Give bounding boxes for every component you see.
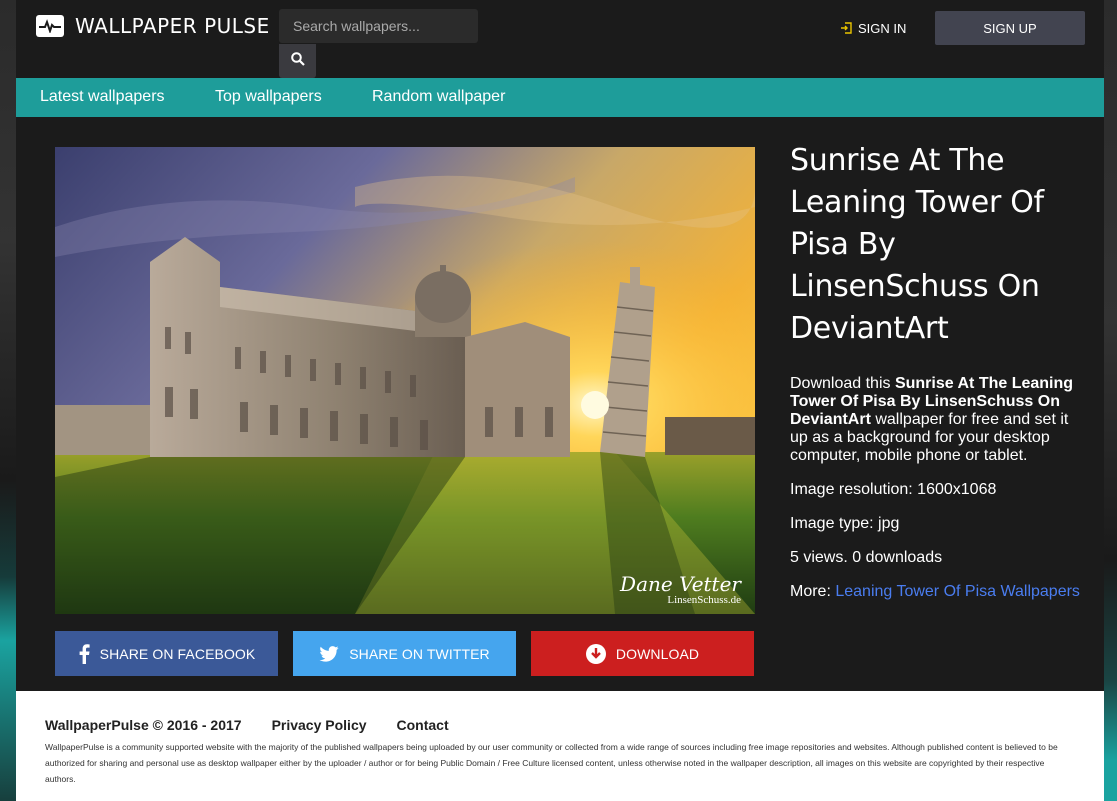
search-button[interactable] (279, 44, 316, 78)
image-type: Image type: jpg (790, 515, 900, 532)
footer-privacy-link[interactable]: Privacy Policy (272, 717, 367, 733)
download-label: DOWNLOAD (615, 645, 700, 662)
wallpaper-title: Sunrise At The Leaning Tower Of Pisa By … (790, 143, 1044, 346)
footer: WallpaperPulse © 2016 - 2017 Privacy Pol… (16, 691, 1104, 801)
image-resolution: Image resolution: 1600x1068 (790, 481, 997, 498)
backdrop-right (1104, 0, 1117, 801)
view-stats: 5 views. 0 downloads (790, 549, 943, 566)
pulse-icon (36, 15, 64, 37)
more-link[interactable]: Leaning Tower Of Pisa Wallpapers (835, 583, 1080, 600)
desc-prefix: Download this (790, 375, 895, 392)
facebook-icon (79, 643, 90, 664)
wallpaper-description: Download this Sunrise At The Leaning Tow… (790, 375, 1090, 465)
share-facebook-label: SHARE ON FACEBOOK (99, 645, 256, 662)
share-facebook-button[interactable]: SHARE ON FACEBOOK (55, 631, 278, 676)
nav-latest-wallpapers[interactable]: Latest wallpapers (40, 88, 165, 106)
more-label: More: (790, 583, 836, 600)
wallpaper-image[interactable]: Dane Vetter LinsenSchuss.de (55, 147, 755, 614)
search-icon (290, 51, 305, 71)
sign-up-label: SIGN UP (983, 20, 1037, 36)
watermark: Dane Vetter LinsenSchuss.de (620, 574, 741, 606)
search-input[interactable] (279, 9, 478, 43)
page: WALLPAPER PULSE SIGN IN SIGN UP Latest w… (16, 0, 1104, 801)
sign-in-link[interactable]: SIGN IN (840, 20, 906, 36)
wallpaper-info: Sunrise At The Leaning Tower Of Pisa By … (790, 140, 1090, 601)
footer-contact-link[interactable]: Contact (397, 717, 449, 733)
nav-top-wallpapers[interactable]: Top wallpapers (215, 88, 322, 106)
more-line: More: Leaning Tower Of Pisa Wallpapers (790, 583, 1090, 601)
sign-in-label: SIGN IN (858, 20, 907, 36)
brand-name: WALLPAPER PULSE (75, 14, 270, 38)
logo[interactable]: WALLPAPER PULSE (36, 14, 270, 38)
share-twitter-button[interactable]: SHARE ON TWITTER (293, 631, 516, 676)
backdrop-left (0, 0, 16, 801)
download-icon (585, 643, 606, 664)
share-twitter-label: SHARE ON TWITTER (349, 645, 490, 662)
footer-links: WallpaperPulse © 2016 - 2017 Privacy Pol… (45, 717, 479, 733)
main-nav: Latest wallpapers Top wallpapers Random … (16, 78, 1104, 117)
header: WALLPAPER PULSE SIGN IN SIGN UP (16, 0, 1104, 78)
footer-disclaimer: WallpaperPulse is a community supported … (45, 742, 1058, 784)
footer-copyright: WallpaperPulse © 2016 - 2017 (45, 717, 242, 733)
sign-up-button[interactable]: SIGN UP (935, 11, 1085, 45)
twitter-icon (319, 645, 339, 662)
download-button[interactable]: DOWNLOAD (531, 631, 754, 676)
login-icon (840, 22, 852, 34)
watermark-name: Dane Vetter (620, 572, 741, 596)
nav-random-wallpaper[interactable]: Random wallpaper (372, 88, 505, 106)
